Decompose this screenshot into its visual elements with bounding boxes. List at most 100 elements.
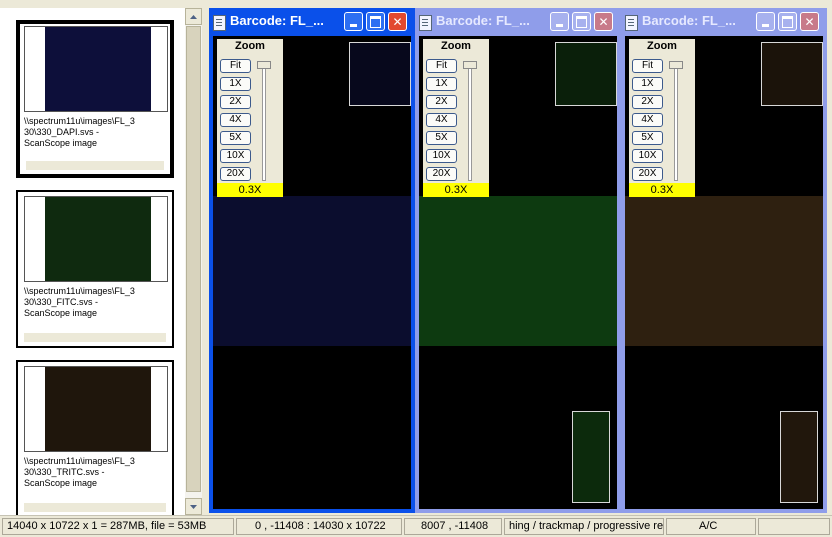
viewer-window-dapi[interactable]: Barcode: FL_... ✕ Zoom Fit 1X 2X 4X 5X 1… [209, 8, 415, 513]
image-canvas[interactable]: Zoom Fit 1X 2X 4X 5X 10X 20X 0.3X [213, 36, 411, 509]
window-title: Barcode: FL_... [436, 13, 530, 28]
zoom-slider-track[interactable] [468, 65, 472, 181]
zoom-20x-button[interactable]: 20X [632, 167, 663, 181]
thumbnail-image [24, 196, 168, 282]
overview-map[interactable] [555, 42, 617, 106]
window-titlebar[interactable]: Barcode: FL_... ✕ [621, 8, 827, 36]
close-button[interactable]: ✕ [800, 12, 819, 31]
maximize-icon [370, 15, 381, 28]
zoom-20x-button[interactable]: 20X [220, 167, 251, 181]
thumbnail-item[interactable]: \\spectrum11u\images\FL_3 30\330_TRITC.s… [16, 360, 174, 515]
maximize-button[interactable] [778, 12, 797, 31]
zoom-20x-button[interactable]: 20X [426, 167, 457, 181]
zoom-value: 0.3X [629, 183, 695, 197]
zoom-fit-button[interactable]: Fit [220, 59, 251, 73]
status-message: hing / trackmap / progressive re [504, 518, 664, 535]
overview-map-secondary[interactable] [780, 411, 818, 503]
minimize-icon [762, 24, 769, 27]
zoom-value: 0.3X [423, 183, 489, 197]
window-title: Barcode: FL_... [230, 13, 324, 28]
zoom-slider-handle[interactable] [257, 61, 271, 69]
image-canvas[interactable]: Zoom Fit 1X 2X 4X 5X 10X 20X 0.3X [419, 36, 617, 509]
viewer-window-tritc[interactable]: Barcode: FL_... ✕ Zoom Fit 1X 2X 4X 5X 1… [621, 8, 827, 513]
maximize-button[interactable] [572, 12, 591, 31]
status-mode: A/C [666, 518, 756, 535]
zoom-panel: Zoom Fit 1X 2X 4X 5X 10X 20X 0.3X [423, 39, 489, 197]
slide-region [419, 196, 617, 346]
minimize-button[interactable] [756, 12, 775, 31]
thumbnail-caption: \\spectrum11u\images\FL_3 30\330_TRITC.s… [24, 456, 135, 488]
minimize-icon [350, 24, 357, 27]
zoom-slider-track[interactable] [674, 65, 678, 181]
scroll-down-button[interactable] [185, 498, 202, 515]
close-button[interactable]: ✕ [594, 12, 613, 31]
close-button[interactable]: ✕ [388, 12, 407, 31]
thumbnail-image [24, 366, 168, 452]
zoom-1x-button[interactable]: 1X [426, 77, 457, 91]
thumbnail-caption: \\spectrum11u\images\FL_3 30\330_DAPI.sv… [24, 116, 135, 148]
zoom-10x-button[interactable]: 10X [220, 149, 251, 163]
arrow-up-icon [190, 14, 197, 19]
viewer-window-fitc[interactable]: Barcode: FL_... ✕ Zoom Fit 1X 2X 4X 5X 1… [415, 8, 621, 513]
close-icon: ✕ [392, 14, 403, 29]
status-empty-pane [758, 518, 830, 535]
zoom-title: Zoom [647, 40, 677, 52]
scroll-up-button[interactable] [185, 8, 202, 25]
zoom-5x-button[interactable]: 5X [220, 131, 251, 145]
zoom-1x-button[interactable]: 1X [632, 77, 663, 91]
overview-map[interactable] [349, 42, 411, 106]
zoom-10x-button[interactable]: 10X [632, 149, 663, 163]
maximize-icon [782, 15, 793, 28]
zoom-4x-button[interactable]: 4X [220, 113, 251, 127]
document-icon [213, 15, 226, 31]
minimize-button[interactable] [550, 12, 569, 31]
status-view-region: 0 , -11408 : 14030 x 10722 [236, 518, 402, 535]
thumbnail-caption: \\spectrum11u\images\FL_3 30\330_FITC.sv… [24, 286, 135, 318]
zoom-slider-handle[interactable] [463, 61, 477, 69]
status-cursor-position: 8007 , -11408 [404, 518, 502, 535]
zoom-5x-button[interactable]: 5X [426, 131, 457, 145]
zoom-fit-button[interactable]: Fit [426, 59, 457, 73]
arrow-down-icon [190, 504, 197, 509]
overview-map[interactable] [761, 42, 823, 106]
zoom-2x-button[interactable]: 2X [220, 95, 251, 109]
zoom-10x-button[interactable]: 10X [426, 149, 457, 163]
zoom-2x-button[interactable]: 2X [632, 95, 663, 109]
thumbnail-image [24, 26, 168, 112]
thumbnail-item[interactable]: \\spectrum11u\images\FL_3 30\330_DAPI.sv… [16, 20, 174, 178]
zoom-slider-track[interactable] [262, 65, 266, 181]
scrollbar-thumb[interactable] [186, 26, 201, 492]
maximize-icon [576, 15, 587, 28]
document-icon [419, 15, 432, 31]
zoom-2x-button[interactable]: 2X [426, 95, 457, 109]
zoom-4x-button[interactable]: 4X [632, 113, 663, 127]
minimize-button[interactable] [344, 12, 363, 31]
thumbnail-panel[interactable]: \\spectrum11u\images\FL_3 30\330_DAPI.sv… [0, 8, 185, 515]
thumbnail-scrollbar[interactable] [185, 8, 202, 515]
maximize-button[interactable] [366, 12, 385, 31]
window-title: Barcode: FL_... [642, 13, 736, 28]
close-icon: ✕ [804, 14, 815, 29]
zoom-title: Zoom [441, 40, 471, 52]
zoom-value: 0.3X [217, 183, 283, 197]
overview-map-secondary[interactable] [572, 411, 610, 503]
zoom-5x-button[interactable]: 5X [632, 131, 663, 145]
window-titlebar[interactable]: Barcode: FL_... ✕ [209, 8, 415, 36]
status-image-info: 14040 x 10722 x 1 = 287MB, file = 53MB [2, 518, 234, 535]
slide-region [213, 196, 411, 346]
slide-region [625, 196, 823, 346]
status-bar: 14040 x 10722 x 1 = 287MB, file = 53MB 0… [0, 515, 832, 537]
close-icon: ✕ [598, 14, 609, 29]
zoom-fit-button[interactable]: Fit [632, 59, 663, 73]
image-canvas[interactable]: Zoom Fit 1X 2X 4X 5X 10X 20X 0.3X [625, 36, 823, 509]
zoom-title: Zoom [235, 40, 265, 52]
zoom-4x-button[interactable]: 4X [426, 113, 457, 127]
window-titlebar[interactable]: Barcode: FL_... ✕ [415, 8, 621, 36]
minimize-icon [556, 24, 563, 27]
zoom-1x-button[interactable]: 1X [220, 77, 251, 91]
thumbnail-item[interactable]: \\spectrum11u\images\FL_3 30\330_FITC.sv… [16, 190, 174, 348]
zoom-panel: Zoom Fit 1X 2X 4X 5X 10X 20X 0.3X [629, 39, 695, 197]
zoom-slider-handle[interactable] [669, 61, 683, 69]
zoom-panel: Zoom Fit 1X 2X 4X 5X 10X 20X 0.3X [217, 39, 283, 197]
document-icon [625, 15, 638, 31]
